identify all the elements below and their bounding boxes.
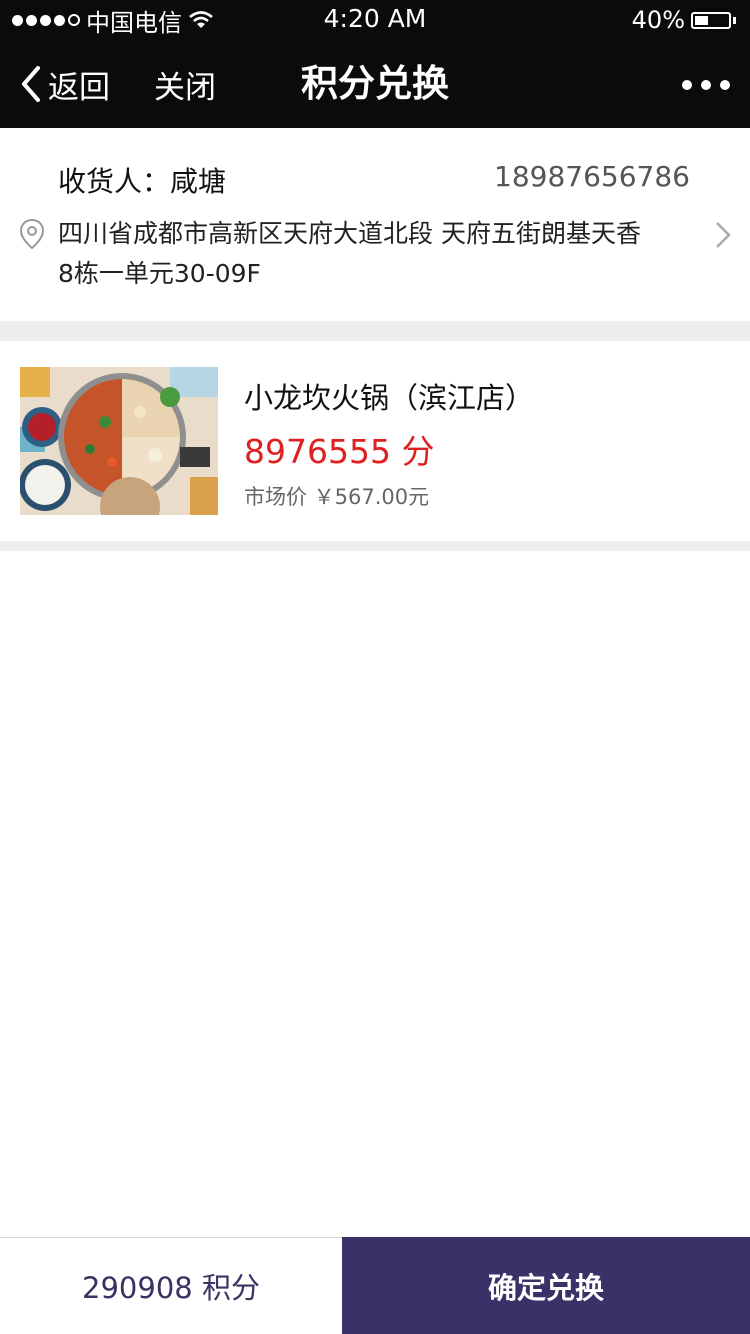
chevron-right-icon: [716, 222, 731, 248]
confirm-exchange-button[interactable]: 确定兑换: [342, 1237, 750, 1334]
shipping-address-card[interactable]: 收货人：咸塘 18987656786 四川省成都市高新区天府大道北段 天府五街朗…: [0, 128, 750, 321]
product-item[interactable]: 小龙坎火锅（滨江店） 8976555 分 市场价 ￥567.00元: [0, 341, 750, 541]
section-divider: [0, 321, 750, 341]
address-line-2: 8栋一单元30-09F: [58, 259, 261, 288]
nav-bar: 返回 关闭 积分兑换: [0, 40, 750, 128]
product-thumbnail: [20, 367, 218, 515]
address-line-1: 四川省成都市高新区天府大道北段 天府五街朗基天香: [58, 219, 641, 248]
location-pin-icon: [19, 218, 45, 250]
product-name: 小龙坎火锅（滨江店）: [244, 381, 535, 415]
receiver-phone: 18987656786: [494, 160, 690, 193]
section-divider-bottom: [0, 541, 750, 551]
more-dots-icon[interactable]: [682, 74, 730, 96]
battery-percent: 40%: [631, 6, 685, 34]
battery-tip: [733, 16, 736, 24]
bottom-bar: 290908 积分 确定兑换: [0, 1237, 750, 1334]
available-points: 290908 积分: [82, 1271, 260, 1305]
battery-icon: [691, 11, 731, 29]
product-points: 8976555 分: [244, 432, 435, 471]
product-market-price: 市场价 ￥567.00元: [244, 485, 430, 509]
page-title: 积分兑换: [301, 62, 449, 105]
status-bar: 中国电信 4:20 AM 40%: [0, 0, 750, 40]
address-text: 四川省成都市高新区天府大道北段 天府五街朗基天香 8栋一单元30-09F: [58, 214, 678, 294]
battery-info: 40%: [632, 6, 736, 34]
receiver-name: 收货人：咸塘: [58, 165, 227, 198]
